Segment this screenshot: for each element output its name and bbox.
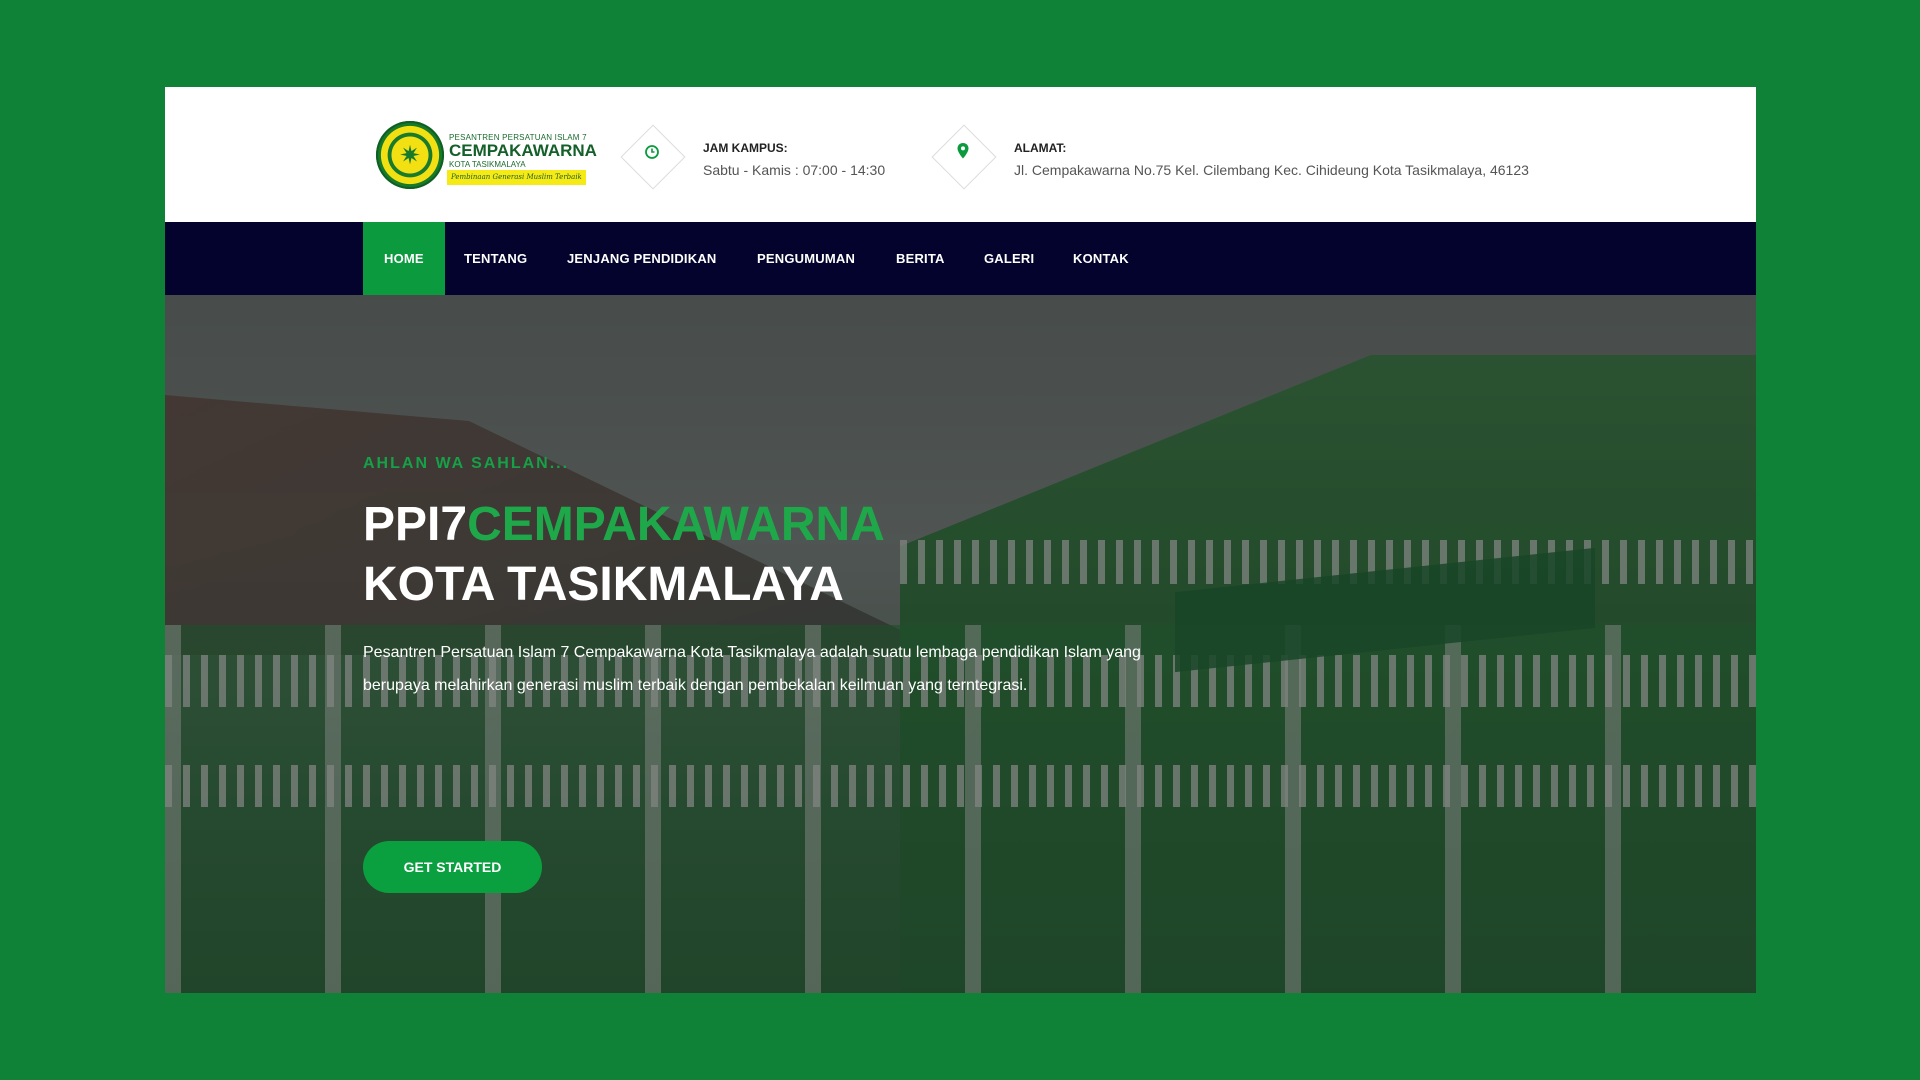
main-navigation: HOME TENTANG JENJANG PENDIDIKAN PENGUMUM… (165, 222, 1756, 295)
nav-pengumuman[interactable]: PENGUMUMAN (757, 222, 855, 295)
campus-hours-label: JAM KAMPUS: (703, 141, 788, 155)
campus-hours-value: Sabtu - Kamis : 07:00 - 14:30 (703, 162, 886, 178)
campus-hours-info: JAM KAMPUS: Sabtu - Kamis : 07:00 - 14:3… (620, 124, 911, 190)
nav-jenjang-pendidikan[interactable]: JENJANG PENDIDIKAN (567, 222, 717, 295)
nav-galeri[interactable]: GALERI (984, 222, 1034, 295)
site-logo[interactable]: ✷ PESANTREN PERSATUAN ISLAM 7 CEMPAKAWAR… (376, 121, 597, 193)
hero-description: Pesantren Persatuan Islam 7 Cempakawarna… (363, 644, 1141, 694)
nav-tentang[interactable]: TENTANG (464, 222, 527, 295)
clock-icon (621, 134, 683, 178)
hero-section: AHLAN WA SAHLAN... PPI7CEMPAKAWARNA KOTA… (165, 295, 1756, 993)
address-label: ALAMAT: (1014, 141, 1067, 155)
website-frame: ✷ PESANTREN PERSATUAN ISLAM 7 CEMPAKAWAR… (165, 87, 1756, 993)
logo-tagline: Pembinaan Generasi Muslim Terbaik (447, 170, 586, 185)
address-value: Jl. Cempakawarna No.75 Kel. Cilembang Ke… (1014, 162, 1529, 178)
map-pin-icon (932, 134, 994, 178)
nav-berita[interactable]: BERITA (896, 222, 945, 295)
logo-line-3: KOTA TASIKMALAYA (449, 160, 526, 169)
address-info: ALAMAT: Jl. Cempakawarna No.75 Kel. Cile… (931, 124, 1552, 190)
hero-title-part-2: CEMPAKAWARNA (467, 498, 885, 551)
hero-eyebrow: AHLAN WA SAHLAN... (363, 455, 570, 472)
nav-kontak[interactable]: KONTAK (1073, 222, 1129, 295)
logo-emblem-icon: ✷ (376, 121, 444, 189)
logo-line-2: CEMPAKAWARNA (449, 141, 597, 160)
hero-title-part-1: PPI7 (363, 498, 468, 551)
hero-title-line-2: KOTA TASIKMALAYA (363, 558, 844, 611)
nav-home[interactable]: HOME (363, 222, 445, 295)
top-header: ✷ PESANTREN PERSATUAN ISLAM 7 CEMPAKAWAR… (165, 87, 1756, 222)
get-started-button[interactable]: GET STARTED (363, 841, 542, 893)
hero-title: PPI7CEMPAKAWARNA KOTA TASIKMALAYA (363, 495, 885, 615)
